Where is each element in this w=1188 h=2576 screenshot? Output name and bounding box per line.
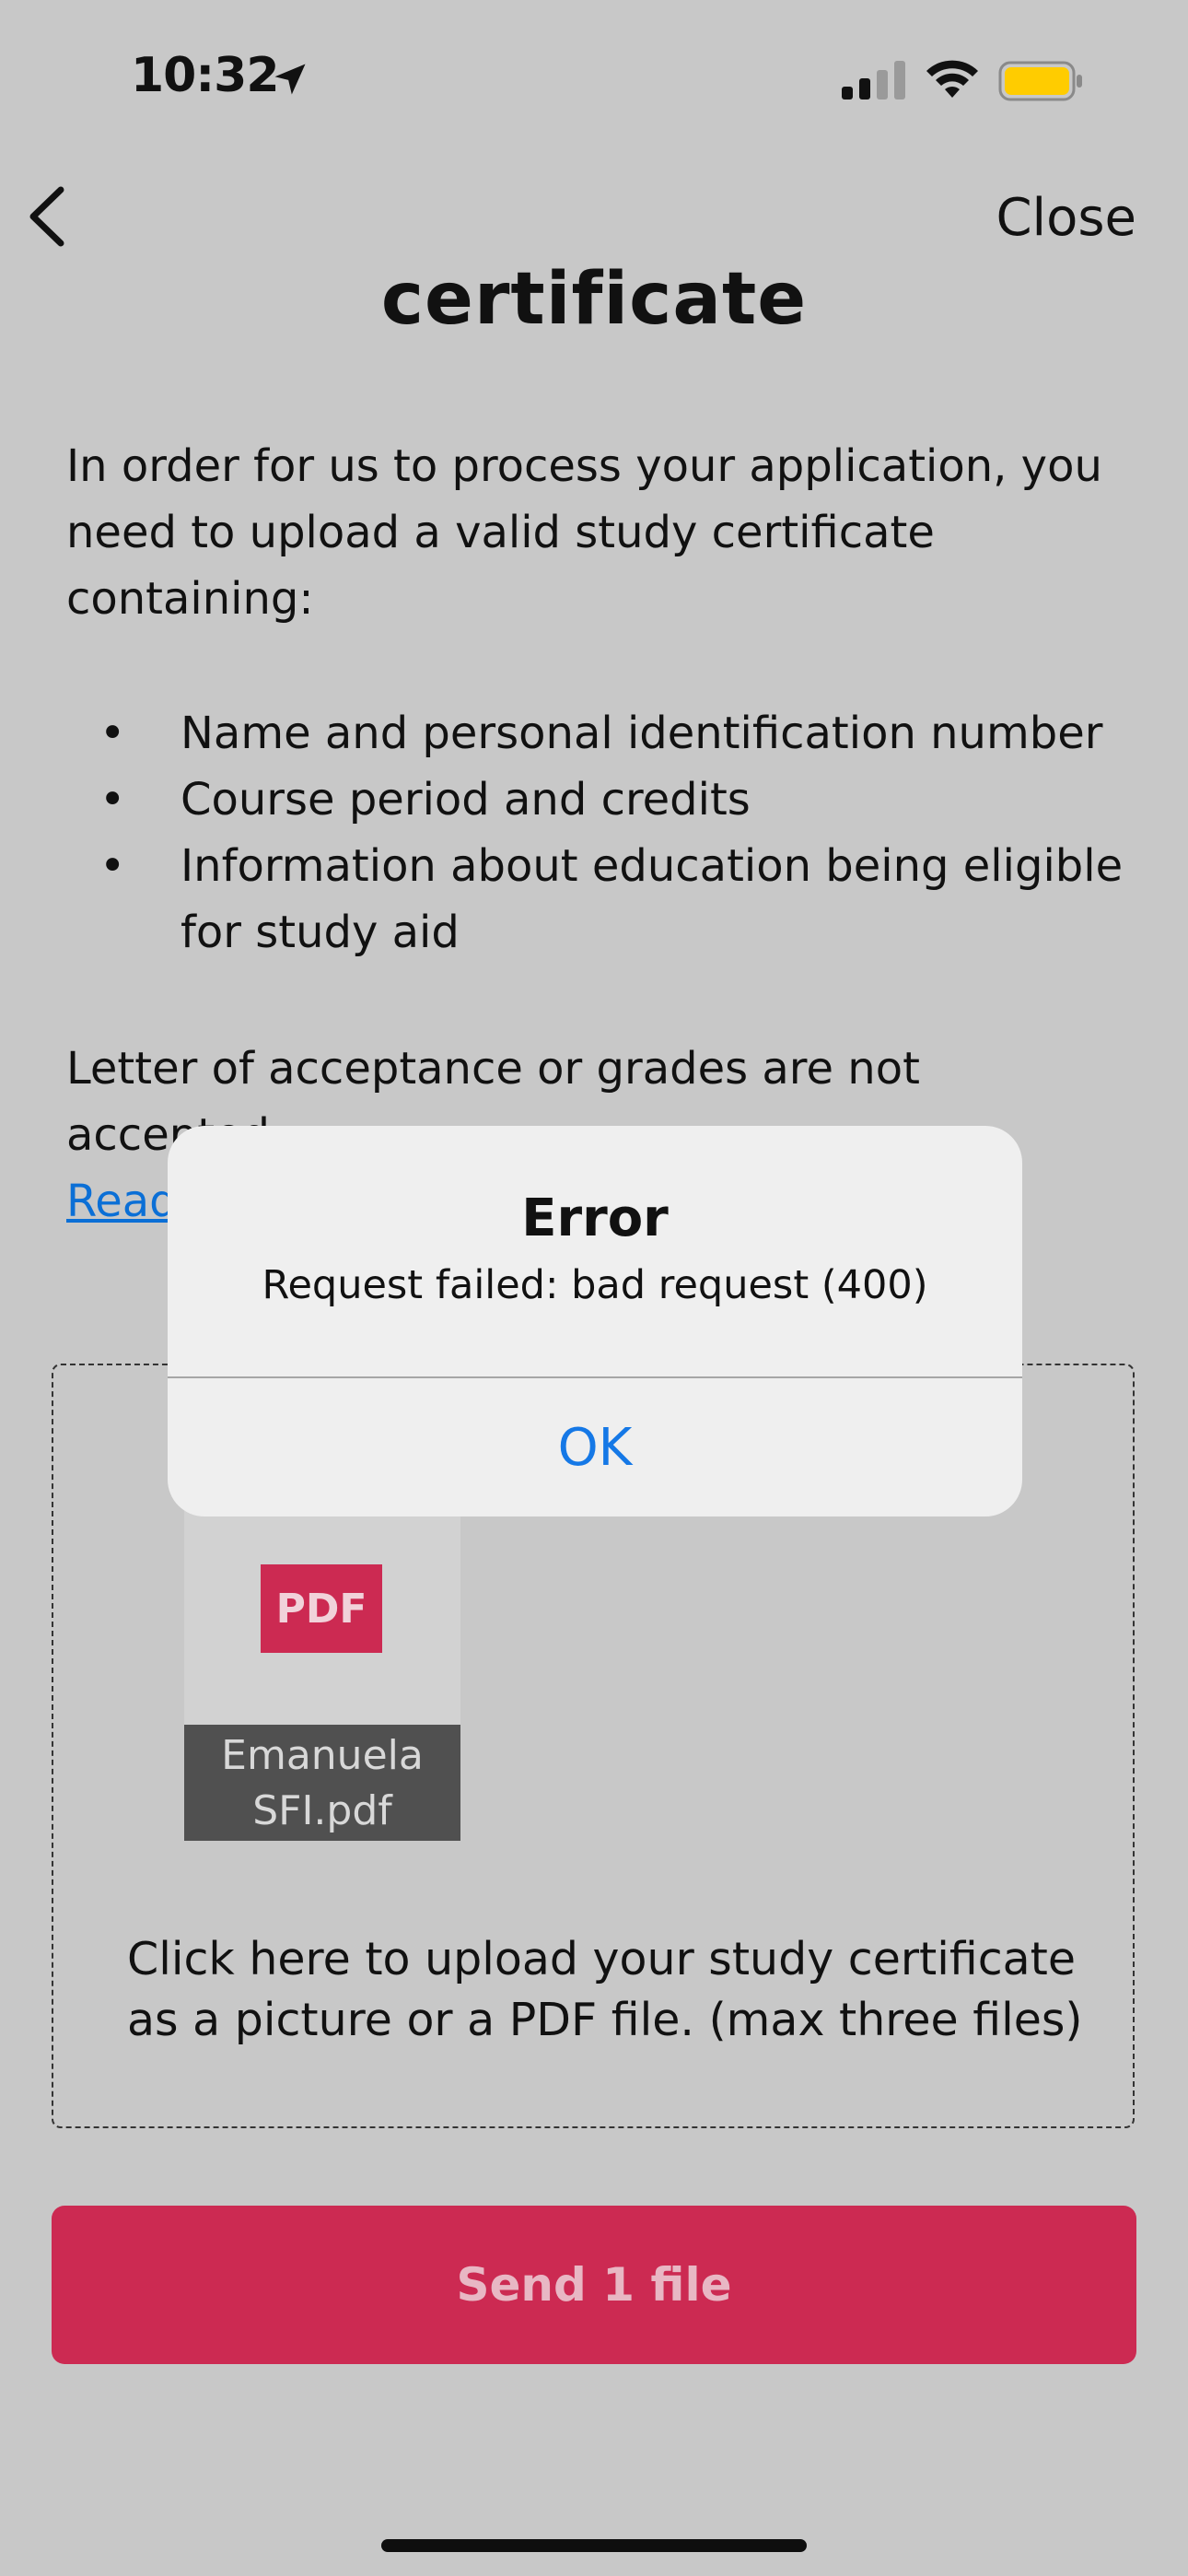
send-button[interactable]: Send 1 file xyxy=(52,2206,1136,2364)
status-time: 10:32 xyxy=(131,48,280,103)
requirements-list: • Name and personal identification number… xyxy=(66,700,1135,966)
pdf-file-icon: PDF xyxy=(261,1564,382,1653)
back-chevron-icon[interactable] xyxy=(24,184,70,249)
read-more-link[interactable]: Read xyxy=(66,1168,178,1235)
page-title: certificate xyxy=(380,258,808,341)
bullet-icon: • xyxy=(99,708,126,759)
close-button[interactable]: Close xyxy=(996,188,1136,248)
battery-icon xyxy=(998,61,1082,101)
cellular-signal-icon xyxy=(842,61,905,100)
file-name: Emanuela SFI.pdf xyxy=(184,1725,460,1841)
wifi-icon xyxy=(926,60,978,98)
upload-hint[interactable]: Click here to upload your study certific… xyxy=(127,1929,1103,2051)
alert-title: Error xyxy=(521,1188,669,1248)
alert-message: Request failed: bad request (400) xyxy=(262,1262,928,1308)
alert-ok-button[interactable]: OK xyxy=(168,1378,1022,1516)
location-arrow-icon xyxy=(274,64,306,95)
bullet-icon: • xyxy=(99,774,126,825)
list-item: • Information about education being eligi… xyxy=(66,833,1135,966)
error-alert: Error Request failed: bad request (400) … xyxy=(168,1126,1022,1516)
bullet-icon: • xyxy=(99,840,126,892)
home-indicator[interactable] xyxy=(381,2539,807,2552)
list-item: • Course period and credits xyxy=(66,767,1135,833)
intro-text: In order for us to process your applicat… xyxy=(66,440,1102,625)
list-item: • Name and personal identification number xyxy=(66,700,1135,767)
